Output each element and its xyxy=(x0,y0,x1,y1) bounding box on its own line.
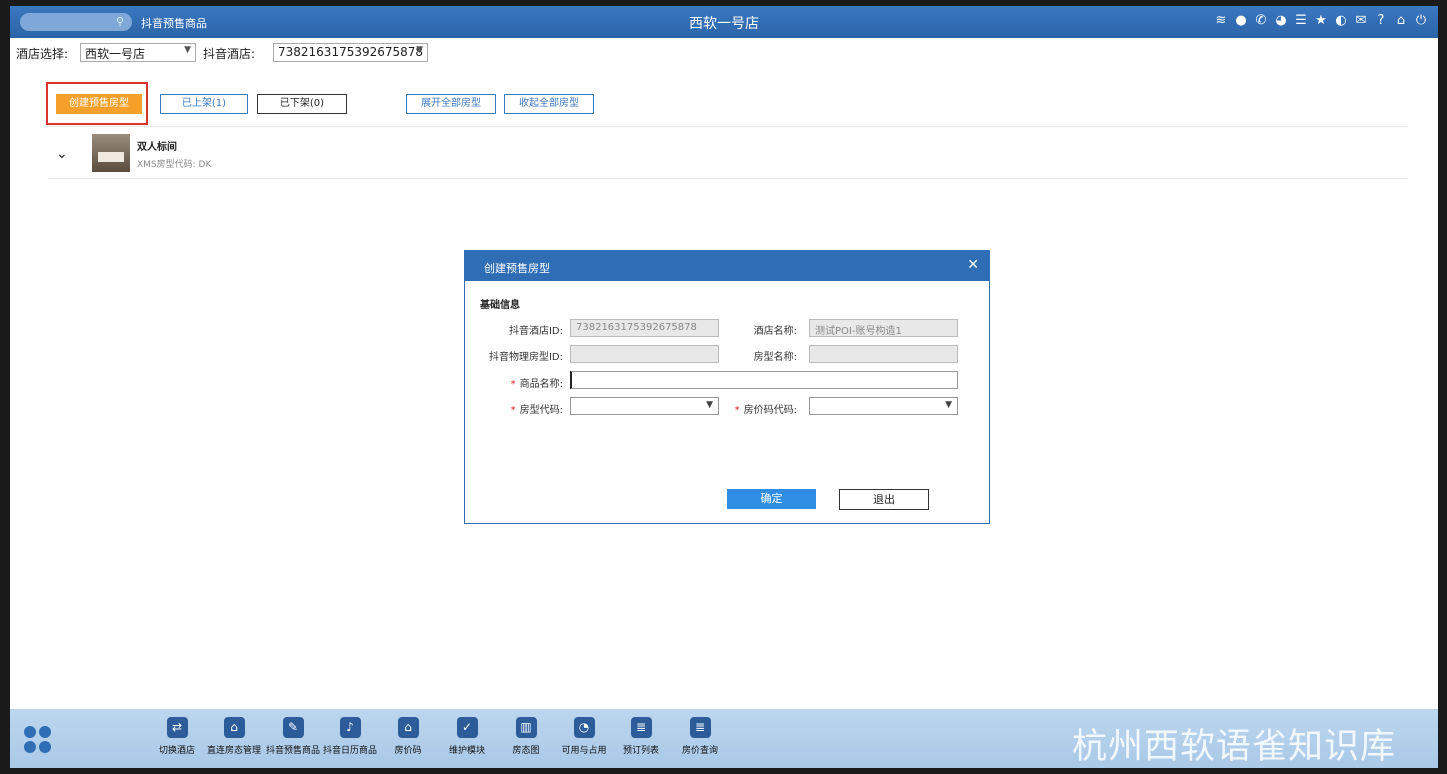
create-presale-room-button[interactable]: 创建预售房型 xyxy=(56,94,142,114)
physical-room-id-field[interactable] xyxy=(570,345,719,363)
expand-all-button[interactable]: 展开全部房型 xyxy=(406,94,496,114)
physical-room-id-label: 抖音物理房型ID: xyxy=(488,352,563,363)
listed-button[interactable]: 已上架(1) xyxy=(160,94,248,114)
douyin-hotel-select[interactable]: 7382163175392675878 ▼ xyxy=(273,43,428,62)
required-mark: * xyxy=(734,405,740,416)
product-name-label: * 商品名称: xyxy=(473,375,563,390)
collapse-all-button[interactable]: 收起全部房型 xyxy=(504,94,594,114)
product-name-label-text: 商品名称: xyxy=(519,379,563,390)
room-code: XMS房型代码: DK xyxy=(137,160,212,170)
room-thumbnail xyxy=(92,134,130,172)
rate-code-label: * 房价码代码: xyxy=(715,401,797,416)
required-mark: * xyxy=(510,379,516,390)
room-code-label: * 房型代码: xyxy=(473,401,563,416)
section-title: 基础信息 xyxy=(480,300,520,311)
nav-item[interactable]: ≣ 预订列表 xyxy=(610,717,672,756)
exit-button[interactable]: 退出 xyxy=(839,489,929,510)
room-code-label-text: 房型代码: xyxy=(519,405,563,416)
app-logo-icon[interactable] xyxy=(24,726,52,754)
hotel-select-label: 酒店选择: xyxy=(16,47,69,61)
menu-icon[interactable]: ☰ xyxy=(1294,13,1308,29)
rate-code-select[interactable]: ▼ xyxy=(809,397,958,415)
chevron-down-icon: ▼ xyxy=(945,400,952,410)
search-doc-icon: ≣ xyxy=(689,717,711,738)
tiktok-icon: ♪ xyxy=(339,717,361,738)
phone-icon[interactable]: ✆ xyxy=(1254,13,1268,29)
mail-icon[interactable]: ✉ xyxy=(1354,13,1368,29)
house-gear-icon: ⌂ xyxy=(223,717,245,738)
nav-item[interactable]: ▥ 房态图 xyxy=(495,717,557,756)
hotel-name-field[interactable]: 测试POI-账号构造1 xyxy=(809,319,958,337)
moon-icon[interactable]: ◐ xyxy=(1334,13,1348,29)
room-name: 双人标间 xyxy=(137,142,177,153)
star-icon[interactable]: ★ xyxy=(1314,13,1328,29)
home-icon: ⌂ xyxy=(397,717,419,738)
divider xyxy=(48,178,1408,179)
unlisted-button[interactable]: 已下架(0) xyxy=(257,94,347,114)
nav-item-label: 抖音预售商品 xyxy=(265,746,320,756)
pie-chart-icon: ◔ xyxy=(573,717,595,738)
product-name-input[interactable] xyxy=(570,371,958,389)
switch-icon: ⇄ xyxy=(166,717,188,738)
watermark: 杭州西软语雀知识库 xyxy=(1072,727,1397,767)
hotel-select[interactable]: 西软一号店 ▼ xyxy=(80,43,196,62)
palette-icon[interactable]: ◕ xyxy=(1274,13,1288,29)
hotel-name-label: 酒店名称: xyxy=(753,326,797,337)
nav-item[interactable]: ⌂ 直连房态管理 xyxy=(203,717,265,756)
nav-item-label: 抖音日历商品 xyxy=(322,746,377,756)
nav-item[interactable]: ⌂ 房价码 xyxy=(377,717,439,756)
chevron-down-icon: ▼ xyxy=(706,400,713,410)
nav-item-label: 房价码 xyxy=(394,746,422,756)
power-icon[interactable]: ⏻ xyxy=(1414,13,1428,29)
home-icon[interactable]: ⌂ xyxy=(1394,13,1408,29)
wifi-icon[interactable]: ≋ xyxy=(1214,13,1228,29)
top-icons: ≋ ● ✆ ◕ ☰ ★ ◐ ✉ ? ⌂ ⏻ xyxy=(1214,13,1428,29)
top-bar: ⚲ 抖音预售商品 西软一号店 ≋ ● ✆ ◕ ☰ ★ ◐ ✉ ? ⌂ ⏻ xyxy=(10,6,1438,38)
bank-icon: ▥ xyxy=(515,717,537,738)
edit-doc-icon: ✎ xyxy=(282,717,304,738)
chat-icon[interactable]: ● xyxy=(1234,13,1248,29)
nav-item[interactable]: ⇄ 切换酒店 xyxy=(146,717,208,756)
nav-item-label: 直连房态管理 xyxy=(206,746,261,756)
nav-item-label: 维护模块 xyxy=(448,746,485,756)
expand-chevron-icon[interactable]: ⌄ xyxy=(56,146,68,162)
douyin-hotel-label: 抖音酒店: xyxy=(203,47,256,61)
nav-item-label: 房态图 xyxy=(512,746,540,756)
hotel-select-value: 西软一号店 xyxy=(85,47,146,61)
wrench-icon: ✓ xyxy=(456,717,478,738)
douyin-hotel-id-label: 抖音酒店ID: xyxy=(508,326,563,337)
chevron-down-icon: ▼ xyxy=(416,45,423,55)
room-name-field[interactable] xyxy=(809,345,958,363)
nav-item-label: 预订列表 xyxy=(622,746,659,756)
rate-code-label-text: 房价码代码: xyxy=(743,405,797,416)
room-code-select[interactable]: ▼ xyxy=(570,397,719,415)
dialog-title: 创建预售房型 xyxy=(484,262,550,275)
list-doc-icon: ≣ xyxy=(630,717,652,738)
douyin-hotel-value: 7382163175392675878 xyxy=(278,45,424,59)
douyin-hotel-id-field[interactable]: 7382163175392675878 xyxy=(570,319,719,337)
app-window: ⚲ 抖音预售商品 西软一号店 ≋ ● ✆ ◕ ☰ ★ ◐ ✉ ? ⌂ ⏻ 酒店选… xyxy=(10,6,1438,768)
create-room-dialog: 创建预售房型 ✕ 基础信息 抖音酒店ID: 738216317539267587… xyxy=(464,250,990,524)
nav-item-label: 房价查询 xyxy=(681,746,718,756)
confirm-button[interactable]: 确定 xyxy=(727,489,816,509)
divider xyxy=(48,126,1408,127)
nav-item[interactable]: ✓ 维护模块 xyxy=(436,717,498,756)
dialog-header: 创建预售房型 ✕ xyxy=(465,251,989,281)
nav-item[interactable]: ♪ 抖音日历商品 xyxy=(319,717,381,756)
chevron-down-icon: ▼ xyxy=(184,45,191,55)
close-icon[interactable]: ✕ xyxy=(967,257,979,273)
required-mark: * xyxy=(510,405,516,416)
selector-row: 酒店选择: 西软一号店 ▼ 抖音酒店: 7382163175392675878 … xyxy=(10,42,1438,64)
nav-item[interactable]: ◔ 可用与占用 xyxy=(553,717,615,756)
nav-item-label: 可用与占用 xyxy=(561,746,607,756)
nav-item[interactable]: ✎ 抖音预售商品 xyxy=(262,717,324,756)
nav-item-label: 切换酒店 xyxy=(158,746,195,756)
help-icon[interactable]: ? xyxy=(1374,13,1388,29)
room-name-label: 房型名称: xyxy=(753,352,797,363)
nav-item[interactable]: ≣ 房价查询 xyxy=(669,717,731,756)
